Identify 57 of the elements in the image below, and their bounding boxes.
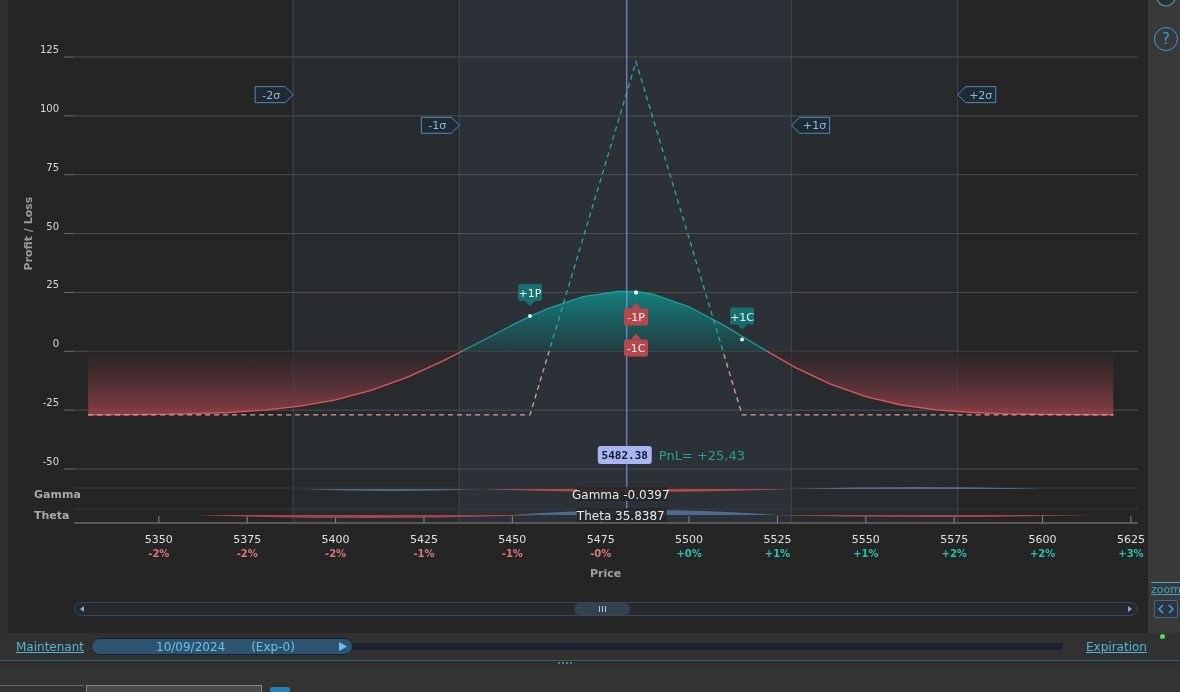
date-label: 10/09/2024 [156, 639, 226, 654]
axis-tick-label: 100 [39, 102, 59, 114]
zoom-label: zoom [1151, 583, 1180, 596]
axis-tick-label: 5475 [586, 533, 615, 546]
percent-change-label: -1% [413, 548, 435, 559]
greek-readout: Theta 35.8387 [576, 509, 665, 523]
play-icon[interactable] [339, 642, 348, 651]
now-link[interactable]: Maintenant [16, 639, 84, 654]
percent-change-label: +1% [764, 548, 791, 559]
input-field[interactable] [86, 685, 262, 692]
axis-tick-label: 5400 [321, 533, 350, 546]
axis-tick-label: 0 [52, 338, 59, 350]
percent-change-label: -0% [590, 548, 612, 559]
axis-title: Price [590, 567, 622, 580]
zoom-button[interactable] [1154, 600, 1178, 618]
axis-title: Profit / Loss [22, 196, 35, 271]
scrollbar[interactable] [74, 602, 1138, 616]
greek-readout: Gamma -0.0397 [572, 488, 670, 502]
position-point [740, 337, 745, 342]
pnl-readout: PnL= +25,43 [658, 448, 745, 463]
status-dot [1159, 634, 1165, 639]
expiry-label: (Exp-0) [251, 639, 295, 654]
price-label: 5482.38 [597, 446, 652, 464]
timeline-slider[interactable]: 10/09/2024 (Exp-0) [91, 638, 1063, 655]
percent-change-label: -1% [501, 548, 523, 559]
axis-tick-label: 50 [46, 220, 59, 232]
drag-handle-icon[interactable] [557, 661, 573, 665]
axis-tick-label: -25 [42, 397, 59, 409]
percent-change-label: +1% [853, 548, 879, 559]
sigma-tag: -1σ [420, 116, 460, 134]
percent-change-label: -2% [325, 548, 347, 559]
axis-tick-label: 5500 [675, 533, 704, 546]
axis-tick-label: 25 [46, 279, 59, 291]
axis-tick-label: 125 [39, 44, 59, 55]
axis-tick-label: 5350 [144, 533, 173, 546]
axis-tick-label: 5575 [940, 533, 969, 546]
percent-change-label: +2% [941, 548, 967, 559]
percent-change-label: -2% [148, 548, 170, 559]
chevrons-icon [1158, 604, 1174, 614]
axis-tick-label: 5625 [1116, 533, 1145, 546]
axis-tick-label: 5450 [498, 533, 527, 546]
percent-change-label: +2% [1029, 548, 1056, 559]
position-point [528, 313, 532, 318]
percent-change-label: +3% [1118, 548, 1144, 559]
axis-tick-label: 5525 [763, 533, 792, 546]
axis-tick-label: -50 [42, 456, 59, 467]
axis-tick-label: 5425 [409, 533, 438, 546]
axis-tick-label: 75 [46, 161, 59, 173]
greek-label: Theta [34, 509, 70, 522]
axis-tick-label: 5600 [1028, 533, 1057, 546]
percent-change-label: +0% [676, 548, 702, 559]
axis-tick-label: 5550 [851, 533, 880, 546]
percent-change-label: -2% [236, 548, 258, 559]
greek-label: Gamma [34, 488, 81, 501]
expiration-link[interactable]: Expiration [1086, 639, 1147, 654]
sigma-tag: -2σ [254, 86, 294, 104]
axis-tick-label: 5375 [233, 533, 262, 546]
